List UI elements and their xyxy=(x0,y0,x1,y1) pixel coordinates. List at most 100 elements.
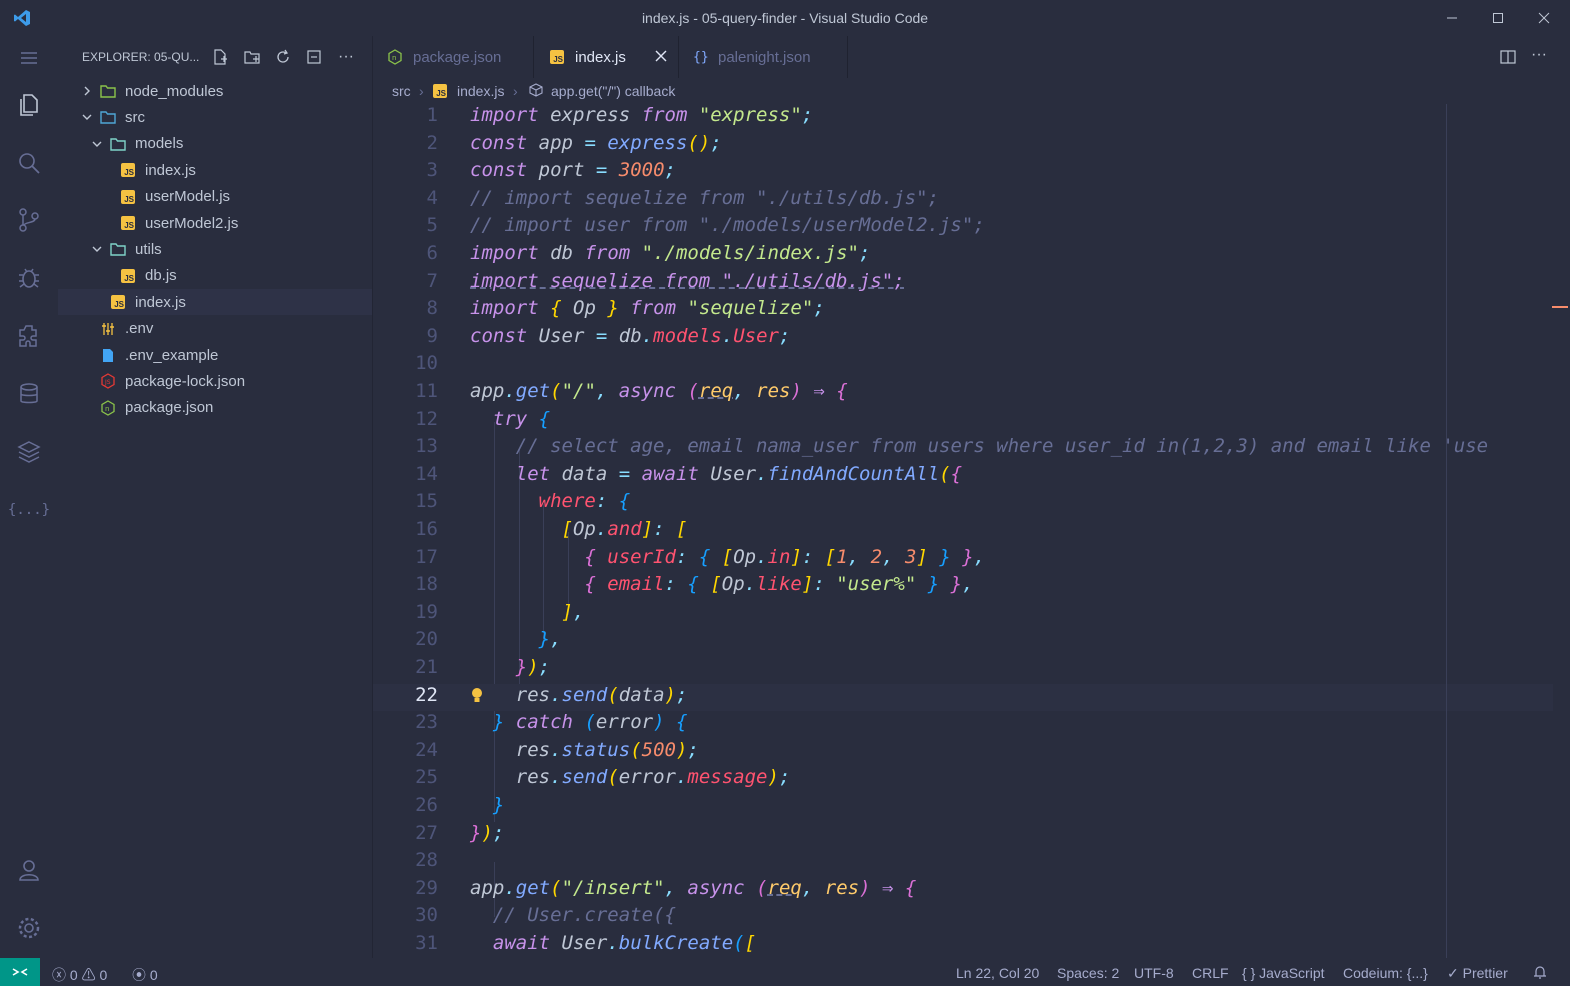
code-text: let data = await User.findAndCountAll({ xyxy=(515,462,963,485)
tree-item[interactable]: JS index.js xyxy=(58,157,372,183)
code-line[interactable]: 26 } xyxy=(373,794,1553,822)
tree-item[interactable]: JS userModel.js xyxy=(58,184,372,210)
indentation[interactable]: Spaces: 2 xyxy=(1057,965,1119,981)
collapse-all-icon[interactable] xyxy=(305,48,323,66)
prettier-status[interactable]: ✓ Prettier xyxy=(1447,965,1508,982)
language-mode[interactable]: { } JavaScript xyxy=(1242,965,1325,981)
code-line[interactable]: 7 import sequelize from "./utils/db.js"; xyxy=(373,270,1553,298)
code-line[interactable]: 24 res.status(500); xyxy=(373,739,1553,767)
tab-package-json[interactable]: n package.json xyxy=(373,36,534,78)
code-line[interactable]: 12 try { xyxy=(373,408,1553,436)
js-file-icon: JS xyxy=(120,215,136,231)
line-number: 11 xyxy=(415,380,438,402)
js-file-icon: JS xyxy=(550,50,564,64)
tab-palenight-json[interactable]: {} palenight.json xyxy=(679,36,848,78)
remote-indicator-icon[interactable] xyxy=(0,958,40,986)
tree-item[interactable]: JS db.js xyxy=(58,263,372,289)
breadcrumb-folder[interactable]: src xyxy=(392,83,411,99)
layers-icon[interactable] xyxy=(15,438,43,466)
line-ending[interactable]: CRLF xyxy=(1192,965,1229,981)
lightbulb-icon[interactable] xyxy=(470,687,484,710)
code-line[interactable]: 31 await User.bulkCreate([ xyxy=(373,932,1553,958)
code-line[interactable]: 1 import express from "express"; xyxy=(373,104,1553,132)
js-file-icon: JS xyxy=(433,84,447,98)
code-line[interactable]: 27}); xyxy=(373,822,1553,850)
window-title: index.js - 05-query-finder - Visual Stud… xyxy=(641,10,929,26)
code-line[interactable]: 6 import db from "./models/index.js"; xyxy=(373,242,1553,270)
search-icon[interactable] xyxy=(15,149,43,177)
code-editor[interactable]: 1 import express from "express"; 2 const ap… xyxy=(373,104,1570,958)
tree-item[interactable]: .env_example xyxy=(58,342,372,368)
codeium-status[interactable]: Codeium: {...} xyxy=(1343,965,1428,981)
code-line[interactable]: 10 xyxy=(373,352,1553,380)
chevron-down-icon[interactable] xyxy=(90,242,104,256)
minimize-button[interactable] xyxy=(1437,6,1467,30)
code-line[interactable]: 19 ], xyxy=(373,601,1553,629)
tree-item[interactable]: utils xyxy=(58,236,372,262)
close-window-button[interactable] xyxy=(1529,6,1559,30)
new-folder-icon[interactable] xyxy=(243,48,261,66)
code-line[interactable]: 8 import { Op } from "sequelize"; xyxy=(373,297,1553,325)
notifications-bell-icon[interactable] xyxy=(1533,965,1547,982)
ports-indicator[interactable]: ⦿ 0 xyxy=(132,965,158,985)
code-line[interactable]: 4 // import sequelize from "./utils/db.js… xyxy=(373,187,1553,215)
tree-item[interactable]: models xyxy=(58,131,372,157)
codeium-icon[interactable]: {...} xyxy=(8,496,50,524)
problems-indicator[interactable]: ⓧ 0 ⚠ 0 xyxy=(52,965,107,985)
code-line[interactable]: 23 } catch (error) { xyxy=(373,711,1553,739)
chevron-down-icon[interactable] xyxy=(90,137,104,151)
database-icon[interactable] xyxy=(15,380,43,408)
menu-icon[interactable] xyxy=(15,44,43,72)
code-line[interactable]: 14 let data = await User.findAndCountAll… xyxy=(373,463,1553,491)
code-line[interactable]: 3 const port = 3000; xyxy=(373,159,1553,187)
code-line[interactable]: 18 { email: { [Op.like]: "user%" } }, xyxy=(373,573,1553,601)
explorer-icon[interactable] xyxy=(15,91,43,119)
tree-item[interactable]: JS index.js xyxy=(58,289,372,316)
code-line[interactable]: 13 // select age, email nama_user from u… xyxy=(373,435,1553,463)
more-actions-icon[interactable]: ··· xyxy=(337,48,355,66)
tree-item[interactable]: node_modules xyxy=(58,78,372,104)
editor-more-actions-icon[interactable]: ··· xyxy=(1531,46,1547,64)
tree-item[interactable]: .env xyxy=(58,316,372,342)
split-editor-icon[interactable] xyxy=(1499,48,1517,71)
code-line[interactable]: 30 // User.create({ xyxy=(373,904,1553,932)
tree-item[interactable]: n package.json xyxy=(58,395,372,421)
tab-index-js[interactable]: JS index.js xyxy=(534,36,679,78)
code-line[interactable]: 20 }, xyxy=(373,628,1553,656)
code-line[interactable]: 22 res.send(data); xyxy=(373,683,1553,712)
code-line[interactable]: 11 app.get("/", async (req, res) ⇒ { xyxy=(373,380,1553,408)
code-line[interactable]: 29 app.get("/insert", async (req, res) ⇒ … xyxy=(373,877,1553,905)
encoding[interactable]: UTF-8 xyxy=(1134,965,1174,981)
breadcrumb-symbol[interactable]: app.get("/") callback xyxy=(551,83,675,99)
run-debug-icon[interactable] xyxy=(15,264,43,292)
tree-item[interactable]: src xyxy=(58,104,372,130)
chevron-down-icon[interactable] xyxy=(80,110,94,124)
tree-item[interactable]: JS userModel2.js xyxy=(58,210,372,236)
source-control-icon[interactable] xyxy=(15,206,43,234)
line-number: 5 xyxy=(426,214,438,237)
account-icon[interactable] xyxy=(15,856,43,884)
code-line[interactable]: 21 }); xyxy=(373,656,1553,684)
refresh-icon[interactable] xyxy=(274,48,292,66)
tree-item[interactable]: JS package-lock.json xyxy=(58,368,372,394)
extensions-icon[interactable] xyxy=(15,322,43,350)
tree-item-label: models xyxy=(135,135,184,153)
code-line[interactable]: 9 const User = db.models.User; xyxy=(373,325,1553,353)
code-line[interactable]: 16 [Op.and]: [ xyxy=(373,518,1553,546)
breadcrumb-file[interactable]: index.js xyxy=(457,83,504,99)
tree-item-label: node_modules xyxy=(125,82,224,100)
settings-gear-icon[interactable] xyxy=(15,914,43,942)
code-line[interactable]: 15 where: { xyxy=(373,490,1553,518)
cursor-position[interactable]: Ln 22, Col 20 xyxy=(956,965,1039,981)
maximize-button[interactable] xyxy=(1483,6,1513,30)
new-file-icon[interactable] xyxy=(211,48,229,66)
code-line[interactable]: 5 // import user from "./models/userModel… xyxy=(373,214,1553,242)
code-line[interactable]: 2 const app = express(); xyxy=(373,132,1553,160)
code-line[interactable]: 17 { userId: { [Op.in]: [1, 2, 3] } }, xyxy=(373,546,1553,574)
close-tab-icon[interactable] xyxy=(653,48,669,68)
code-line[interactable]: 28 xyxy=(373,849,1553,877)
js-file-icon: JS xyxy=(120,189,136,205)
folder-icon xyxy=(110,136,126,152)
code-line[interactable]: 25 res.send(error.message); xyxy=(373,766,1553,794)
chevron-right-icon[interactable] xyxy=(80,84,94,98)
